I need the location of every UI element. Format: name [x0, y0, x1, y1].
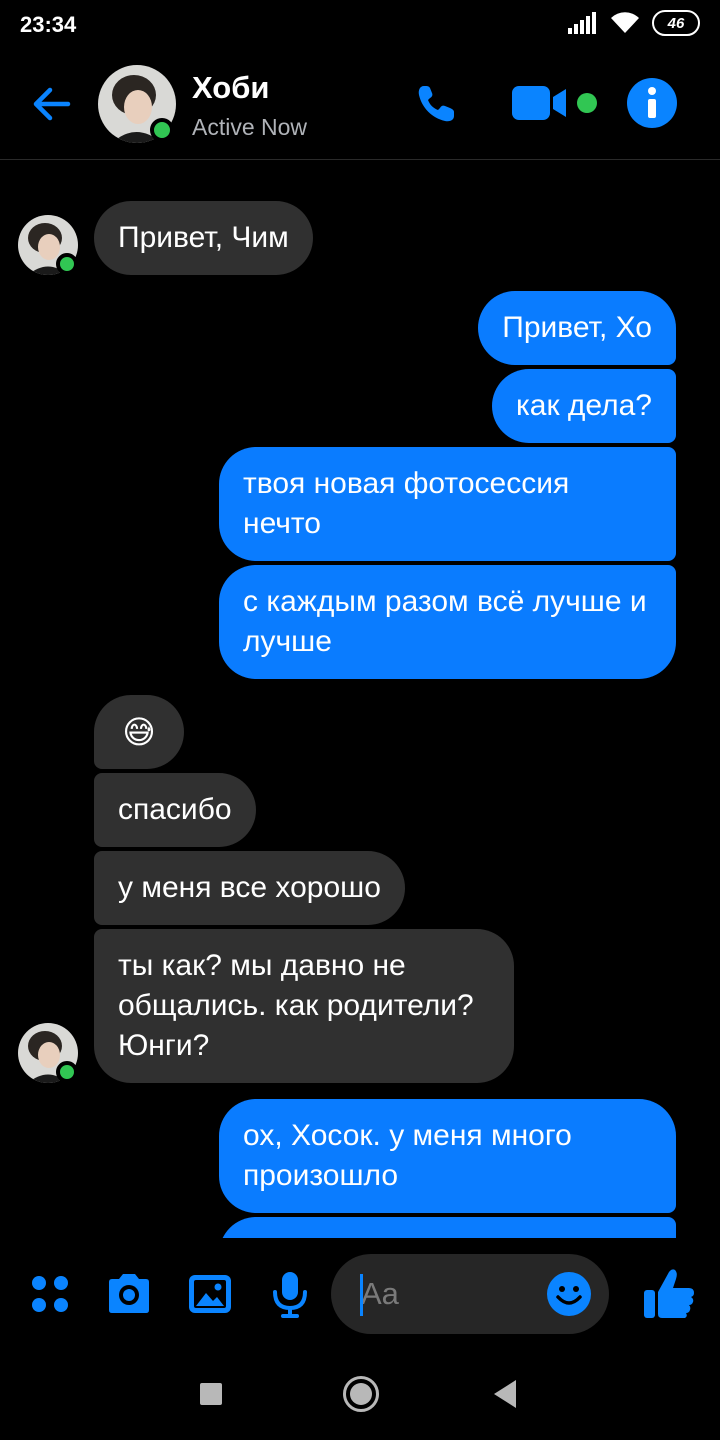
message-bubble-incoming[interactable]: ты как? мы давно не общались. как родите… — [94, 929, 514, 1083]
status-icons: 46 — [568, 10, 700, 36]
message-bubble-outgoing[interactable]: как дела? — [492, 369, 676, 443]
online-indicator — [56, 1061, 78, 1083]
contact-name: Хоби — [192, 70, 270, 105]
back-arrow-icon[interactable] — [28, 80, 76, 128]
microphone-icon[interactable] — [270, 1270, 310, 1320]
message-bubble-emoji[interactable]: 😅 — [94, 695, 184, 769]
status-time: 23:34 — [20, 12, 77, 37]
battery-icon: 46 — [652, 10, 700, 36]
phone-icon[interactable] — [412, 80, 460, 128]
info-icon[interactable] — [627, 78, 677, 128]
back-button[interactable] — [494, 1380, 516, 1408]
signal-icon — [568, 12, 596, 34]
message-bubble-outgoing[interactable]: Привет, Хо — [478, 291, 676, 365]
message-bubble-incoming[interactable]: Привет, Чим — [94, 201, 313, 275]
smiley-icon[interactable] — [546, 1271, 592, 1317]
emoji-sweat-smile: 😅 — [122, 714, 156, 750]
message-bubble-outgoing[interactable]: ох, Хосок. у меня много произошло — [219, 1099, 676, 1213]
text-cursor — [360, 1274, 363, 1316]
wifi-icon — [611, 12, 639, 33]
message-bubble-incoming[interactable]: у меня все хорошо — [94, 851, 405, 925]
video-online-indicator — [577, 93, 597, 113]
composer-bar — [0, 1238, 720, 1350]
thumbs-up-icon[interactable] — [642, 1266, 696, 1320]
recents-button[interactable] — [200, 1383, 222, 1405]
system-nav-bar — [0, 1350, 720, 1440]
online-indicator — [56, 253, 78, 275]
message-bubble-outgoing[interactable]: с каждым разом всё лучше и лучше — [219, 565, 676, 679]
message-bubble-incoming[interactable]: спасибо — [94, 773, 256, 847]
chat-header: Хоби Active Now — [0, 50, 720, 160]
apps-icon[interactable] — [30, 1274, 70, 1314]
home-icon — [350, 1383, 372, 1405]
image-icon[interactable] — [187, 1273, 233, 1315]
online-indicator — [150, 118, 174, 142]
message-bubble-outgoing[interactable]: твоя новая фотосессия нечто — [219, 447, 676, 561]
camera-icon[interactable] — [105, 1272, 153, 1316]
video-camera-icon[interactable] — [510, 82, 570, 124]
home-button[interactable] — [343, 1376, 379, 1412]
message-bubble-outgoing[interactable] — [219, 1217, 676, 1238]
contact-status: Active Now — [192, 114, 308, 140]
status-bar: 23:34 46 — [0, 0, 720, 50]
message-list[interactable]: Привет, Чим Привет, Хо как дела? твоя но… — [0, 161, 720, 1238]
